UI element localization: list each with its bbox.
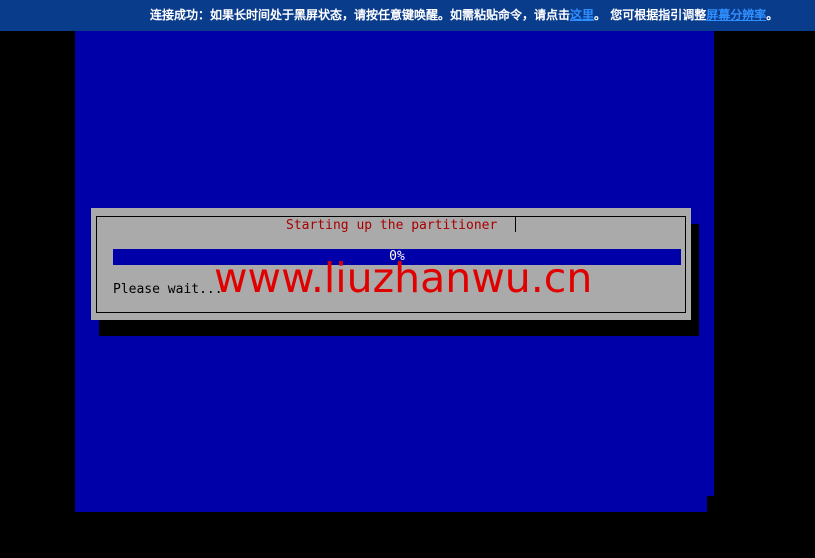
notice-text-before: 连接成功：如果长时间处于黑屏状态，请按任意键唤醒。如需粘贴命令，请点击 bbox=[150, 8, 571, 22]
title-right-tick bbox=[515, 217, 516, 232]
connection-notice-bar: 连接成功：如果长时间处于黑屏状态，请按任意键唤醒。如需粘贴命令，请点击这里。 您… bbox=[0, 0, 815, 31]
connection-notice-text: 连接成功：如果长时间处于黑屏状态，请按任意键唤醒。如需粘贴命令，请点击这里。 您… bbox=[150, 0, 778, 31]
screen-resolution-link[interactable]: 屏幕分辨率 bbox=[706, 8, 766, 22]
notice-text-between: 。 您可根据指引调整 bbox=[594, 8, 707, 22]
installer-console-bottom-edge bbox=[75, 496, 707, 512]
dialog-title: Starting up the partitioner bbox=[277, 217, 507, 234]
notice-text-after: 。 bbox=[766, 8, 779, 22]
status-message: Please wait... bbox=[113, 282, 223, 297]
paste-command-link[interactable]: 这里 bbox=[570, 8, 594, 22]
website-watermark: www.liuzhanwu.cn bbox=[214, 254, 593, 302]
remote-console-view: 连接成功：如果长时间处于黑屏状态，请按任意键唤醒。如需粘贴命令，请点击这里。 您… bbox=[0, 0, 815, 558]
